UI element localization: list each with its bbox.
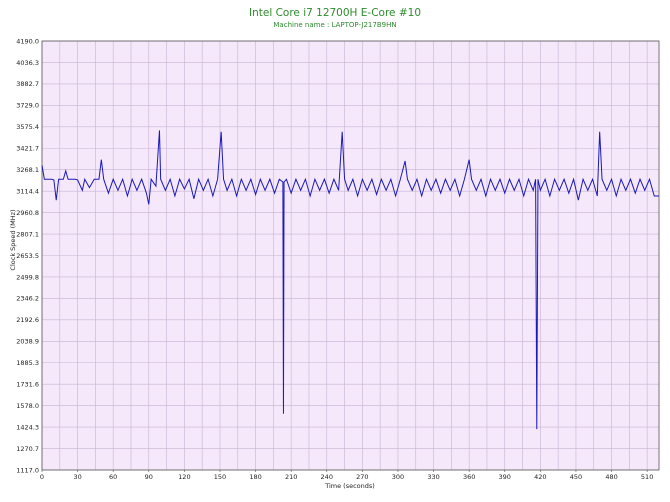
x-axis-label: Time (seconds)	[324, 482, 375, 490]
x-tick-label: 300	[392, 473, 404, 481]
y-tick-label: 1885.3	[16, 359, 39, 367]
y-tick-label: 4036.3	[16, 59, 39, 67]
y-tick-label: 3575.4	[16, 123, 39, 131]
y-tick-label: 2038.9	[16, 338, 39, 346]
y-tick-label: 1117.0	[16, 466, 39, 474]
y-tick-label: 1424.3	[16, 423, 39, 431]
x-tick-label: 0	[40, 473, 44, 481]
x-tick-label: 150	[214, 473, 226, 481]
x-tick-label: 60	[109, 473, 117, 481]
y-tick-label: 2499.8	[16, 273, 39, 281]
y-tick-label: 1731.6	[16, 381, 39, 389]
y-tick-label: 4190.0	[16, 37, 39, 45]
y-axis-label: Clock Speed (MHz)	[9, 209, 17, 270]
y-tick-label: 3268.1	[16, 166, 39, 174]
grid	[41, 40, 659, 471]
chart-title: Intel Core i7 12700H E-Core #10	[249, 7, 421, 19]
x-tick-label: 390	[499, 473, 511, 481]
x-tick-label: 510	[641, 473, 653, 481]
x-tick-label: 210	[285, 473, 297, 481]
y-tick-label: 3114.4	[16, 187, 39, 195]
chart: 0 30 60 90 120 150 180 210 240 270 300 330 360 390 420…	[9, 7, 660, 490]
y-tick-label: 2653.5	[16, 252, 39, 260]
x-tick-label: 30	[73, 473, 81, 481]
y-tick-label: 1578.0	[16, 402, 39, 410]
y-tick-label: 2346.2	[16, 295, 39, 303]
y-tick-label: 2960.8	[16, 209, 39, 217]
x-tick-label: 420	[534, 473, 546, 481]
y-tick-label: 2807.1	[16, 230, 39, 238]
x-tick-label: 270	[356, 473, 368, 481]
x-tick-label: 240	[321, 473, 333, 481]
x-tick-label: 450	[570, 473, 582, 481]
x-tick-label: 330	[427, 473, 439, 481]
y-tick-label: 3882.7	[16, 80, 39, 88]
chart-subtitle: Machine name : LAPTOP-J217B9HN	[273, 21, 396, 29]
y-tick-label: 1270.7	[16, 445, 39, 453]
x-tick-label: 180	[249, 473, 261, 481]
x-tick-label: 360	[463, 473, 475, 481]
y-tick-label: 2192.6	[16, 316, 39, 324]
x-tick-label: 90	[145, 473, 153, 481]
x-tick-label: 480	[605, 473, 617, 481]
x-tick-label: 120	[178, 473, 190, 481]
y-tick-label: 3421.7	[16, 145, 39, 153]
y-tick-label: 3729.0	[16, 102, 39, 110]
